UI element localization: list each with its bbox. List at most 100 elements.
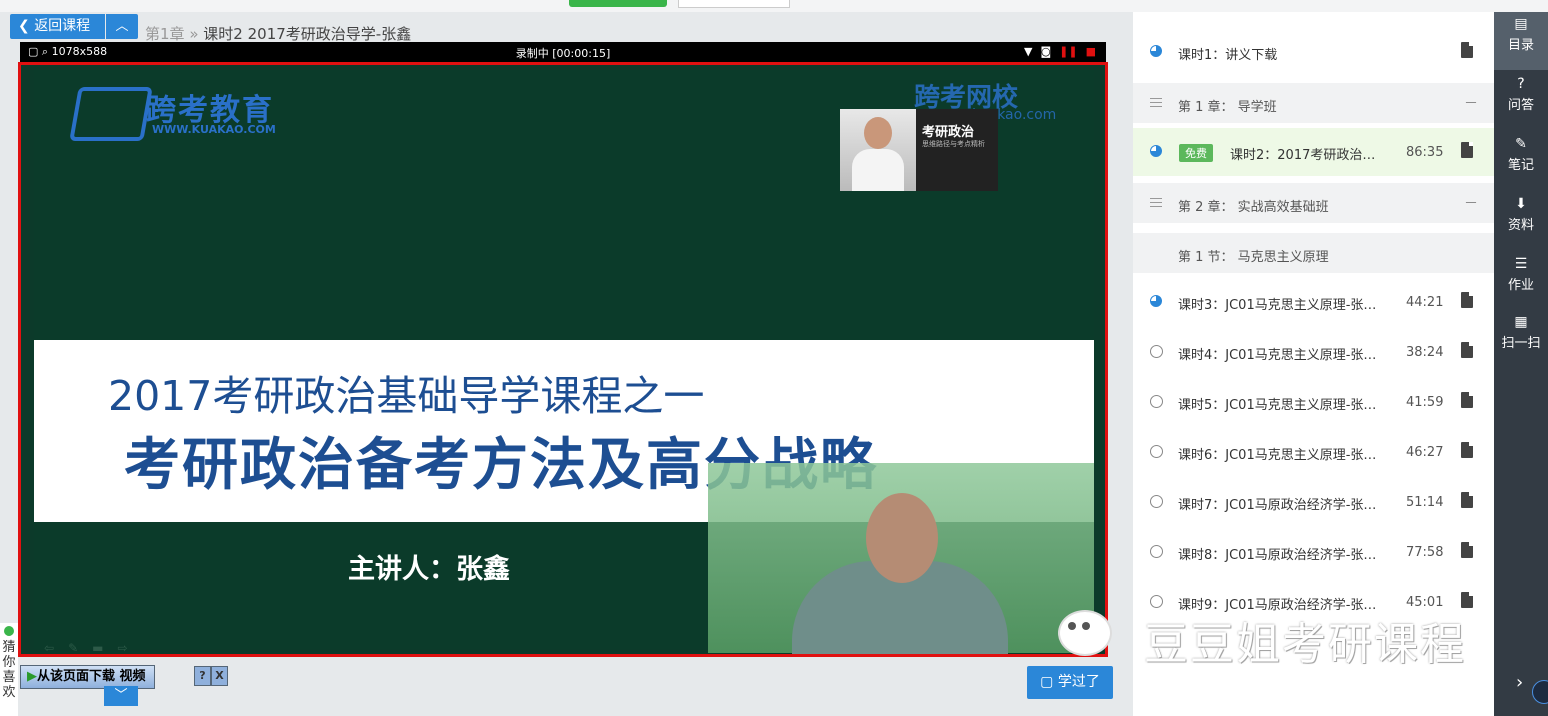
lesson-label: 课时5：JC01马克思主义原理-张…: [1178, 398, 1377, 413]
collapse-icon[interactable]: －: [1464, 93, 1478, 113]
catalog-row-lesson-7[interactable]: 课时7：JC01马原政治经济学-张… 51:14: [1133, 478, 1494, 526]
top-green-button[interactable]: [569, 0, 667, 7]
catalog-row-lesson-8[interactable]: 课时8：JC01马原政治经济学-张… 77:58: [1133, 528, 1494, 576]
unwatched-circle-icon: [1150, 395, 1163, 408]
status-dot-icon: [4, 626, 14, 636]
mark-learned-button[interactable]: ▢ 学过了: [1027, 666, 1113, 699]
stop-icon[interactable]: ■: [1086, 45, 1096, 58]
video-frame[interactable]: 跨考教育 WWW.KUAKAO.COM 跨考网校 e.kuakao.com 考研…: [18, 62, 1108, 657]
lesson-label: 课时7：JC01马原政治经济学-张…: [1178, 498, 1377, 513]
nav-qa[interactable]: ? 问答: [1494, 72, 1548, 130]
rect-icon[interactable]: ▬: [92, 641, 103, 654]
nav-notes[interactable]: ✎ 笔记: [1494, 132, 1548, 190]
collapse-up-button[interactable]: ︿: [106, 14, 138, 39]
lesson-duration: 86:35: [1406, 145, 1444, 160]
lesson-label: 课时2：2017考研政治…: [1230, 148, 1376, 163]
dropdown-icon[interactable]: ▼: [1024, 45, 1032, 58]
nav-label: 笔记: [1507, 158, 1534, 173]
nav-homework[interactable]: ☰ 作业: [1494, 252, 1548, 310]
guess-char: 喜: [2, 670, 16, 685]
draw-tools: ⇦ ✎ ▬ ⇨: [44, 641, 142, 654]
nav-catalog[interactable]: ▤ 目录: [1494, 12, 1548, 70]
catalog-row-lesson-5[interactable]: 课时5：JC01马克思主义原理-张… 41:59: [1133, 378, 1494, 426]
menu-icon: [1150, 198, 1162, 207]
catalog-row-lesson-6[interactable]: 课时6：JC01马克思主义原理-张… 46:27: [1133, 428, 1494, 476]
catalog-row-lesson-4[interactable]: 课时4：JC01马克思主义原理-张… 38:24: [1133, 328, 1494, 376]
breadcrumb-separator: »: [189, 25, 199, 43]
side-nav: ▤ 目录 ? 问答 ✎ 笔记 ⬇ 资料 ☰ 作业 ▦ 扫一扫: [1494, 12, 1548, 716]
download-icon: ⬇: [1515, 196, 1527, 212]
download-label: 从该页面下载 视频: [37, 669, 146, 684]
recording-status: 录制中 [00:00:15]: [515, 47, 611, 60]
catalog-chapter-2[interactable]: 第 2 章： 实战高效基础班 －: [1133, 183, 1494, 223]
guess-char: 欢: [2, 685, 16, 700]
lesson-label: 课时3：JC01马克思主义原理-张…: [1178, 298, 1377, 313]
chevron-down-icon: ﹀: [114, 688, 128, 703]
section-label: 第 1 节： 马克思主义原理: [1178, 250, 1329, 265]
pen-icon[interactable]: ✎: [68, 641, 78, 654]
logo-left-url: WWW.KUAKAO.COM: [152, 123, 276, 136]
catalog-chapter-1[interactable]: 第 1 章： 导学班 －: [1133, 83, 1494, 123]
breadcrumb-chapter[interactable]: 第1章: [145, 25, 185, 43]
unwatched-circle-icon: [1150, 595, 1163, 608]
recorder-bar: ▢ ⌕ 1078x588 录制中 [00:00:15] ▼ ◙ ❚❚ ■: [20, 42, 1106, 62]
catalog-row-lesson-9[interactable]: 课时9：JC01马原政治经济学-张… 45:01: [1133, 578, 1494, 626]
doc-icon[interactable]: [1461, 592, 1473, 608]
question-icon: ?: [1517, 76, 1525, 92]
lesson-duration: 38:24: [1406, 345, 1444, 360]
chevron-left-icon: ❮: [18, 18, 35, 34]
breadcrumb-lesson: 课时2 2017考研政治导学-张鑫: [203, 25, 412, 43]
nav-label: 资料: [1507, 218, 1534, 233]
nav-materials[interactable]: ⬇ 资料: [1494, 192, 1548, 250]
lesson-duration: 45:01: [1406, 595, 1444, 610]
download-close-button[interactable]: X: [211, 666, 228, 686]
download-help-button[interactable]: ?: [194, 666, 211, 686]
catalog-row-lesson-3[interactable]: 课时3：JC01马克思主义原理-张… 44:21: [1133, 278, 1494, 326]
nav-label: 扫一扫: [1501, 336, 1541, 351]
player-area: ❮ 返回课程 ︿ 第1章 » 课时2 2017考研政治导学-张鑫 ▢ ⌕ 107…: [0, 12, 1133, 716]
lesson-label: 课时6：JC01马克思主义原理-张…: [1178, 448, 1377, 463]
catalog-section-1[interactable]: 第 1 节： 马克思主义原理: [1133, 233, 1494, 273]
doc-icon[interactable]: [1461, 292, 1473, 308]
collapse-icon[interactable]: －: [1464, 193, 1478, 213]
play-icon: ▶: [27, 669, 37, 684]
lesson-label: 课时9：JC01马原政治经济学-张…: [1178, 598, 1377, 613]
back-to-course-button[interactable]: ❮ 返回课程: [10, 14, 105, 39]
nav-label: 作业: [1507, 278, 1534, 293]
top-white-button[interactable]: [678, 0, 790, 8]
camera-icon[interactable]: ◙: [1040, 45, 1051, 58]
guess-char: 你: [2, 655, 16, 670]
video-content: 跨考教育 WWW.KUAKAO.COM 跨考网校 e.kuakao.com 考研…: [34, 69, 1094, 654]
catalog-row-lesson-2[interactable]: 免费 课时2：2017考研政治… 86:35: [1133, 128, 1494, 176]
homework-icon: ☰: [1514, 256, 1528, 272]
catalog-row-lesson-1[interactable]: 课时1：讲义下载: [1133, 28, 1494, 76]
guess-char: 猜: [2, 640, 16, 655]
nav-scan[interactable]: ▦ 扫一扫: [1494, 310, 1548, 368]
lesson-label: 课时1：讲义下载: [1178, 48, 1278, 63]
redo-icon[interactable]: ⇨: [117, 641, 127, 654]
doc-icon[interactable]: [1461, 492, 1473, 508]
progress-pie-icon: [1150, 295, 1162, 307]
lesson-duration: 77:58: [1406, 545, 1444, 560]
guess-you-like-tab[interactable]: 猜 你 喜 欢: [0, 623, 18, 716]
doc-icon[interactable]: [1461, 392, 1473, 408]
image-doc-icon[interactable]: [1461, 42, 1473, 58]
expand-down-button[interactable]: ﹀: [104, 686, 138, 706]
banner-line-1: 2017考研政治基础导学课程之一: [108, 372, 705, 420]
book-subtitle: 思维路径与考点精析: [922, 140, 985, 148]
nav-label: 问答: [1507, 98, 1534, 113]
undo-icon[interactable]: ⇦: [44, 641, 54, 654]
doc-icon[interactable]: [1461, 442, 1473, 458]
nav-label: 目录: [1507, 38, 1534, 53]
pause-icon[interactable]: ❚❚: [1059, 45, 1077, 58]
list-icon: ▤: [1514, 16, 1528, 32]
chevron-right-icon[interactable]: ›: [1516, 672, 1523, 693]
checkbox-icon: ▢: [1040, 674, 1058, 690]
menu-icon: [1150, 98, 1162, 107]
top-strip: [0, 0, 1548, 12]
doc-icon[interactable]: [1461, 542, 1473, 558]
note-icon: ✎: [1515, 136, 1527, 152]
doc-icon[interactable]: [1461, 342, 1473, 358]
book-cover: 考研政治 思维路径与考点精析: [840, 109, 998, 191]
doc-icon[interactable]: [1461, 142, 1473, 158]
